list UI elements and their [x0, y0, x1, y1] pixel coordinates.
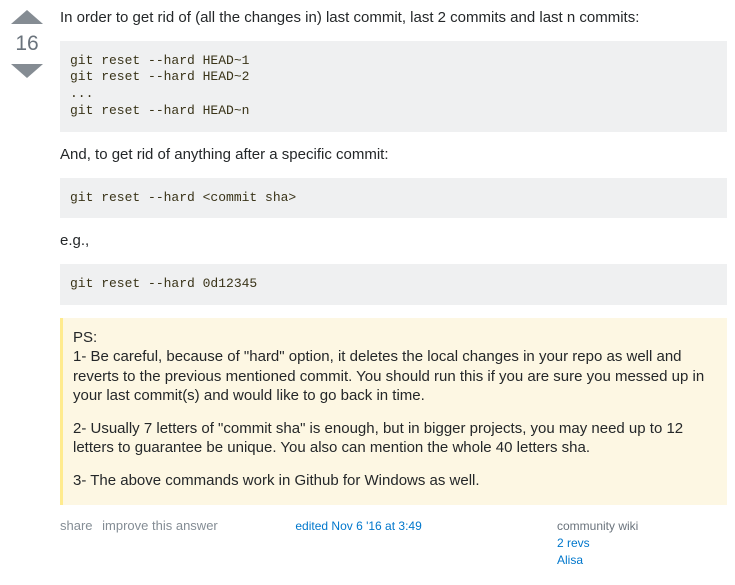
vote-count: 16 — [6, 32, 48, 56]
edited-link[interactable]: edited Nov 6 '16 at 3:49 — [295, 519, 421, 533]
post-text: In order to get rid of (all the changes … — [60, 8, 727, 505]
improve-link[interactable]: improve this answer — [102, 518, 218, 533]
ps-item-1: 1- Be careful, because of "hard" option,… — [73, 348, 704, 404]
intro-paragraph: In order to get rid of (all the changes … — [60, 8, 727, 28]
ps-header: PS: 1- Be careful, because of "hard" opt… — [73, 328, 717, 406]
vote-column: 16 — [6, 8, 48, 569]
menu-links: share improve this answer — [60, 518, 224, 533]
after-specific-paragraph: And, to get rid of anything after a spec… — [60, 145, 727, 165]
upvote-icon[interactable] — [11, 10, 43, 24]
answer-post: 16 In order to get rid of (all the chang… — [0, 0, 735, 585]
revisions-link[interactable]: 2 revs — [557, 535, 727, 552]
eg-paragraph: e.g., — [60, 231, 727, 251]
code-block-example: git reset --hard 0d12345 — [60, 264, 727, 305]
code-block-reset-sha: git reset --hard <commit sha> — [60, 178, 727, 219]
ps-header-text: PS: — [73, 329, 97, 346]
ps-item-3: 3- The above commands work in Github for… — [73, 471, 717, 491]
code-block-reset-n: git reset --hard HEAD~1 git reset --hard… — [60, 41, 727, 133]
user-info: community wiki 2 revs Alisa — [557, 518, 727, 568]
post-menu: share improve this answer edited Nov 6 '… — [60, 518, 727, 568]
ps-item-2: 2- Usually 7 letters of "commit sha" is … — [73, 419, 717, 458]
user-name-link[interactable]: Alisa — [557, 552, 727, 569]
share-link[interactable]: share — [60, 518, 93, 533]
ps-blockquote: PS: 1- Be careful, because of "hard" opt… — [60, 318, 727, 506]
answer-content: In order to get rid of (all the changes … — [48, 8, 727, 569]
edited-info: edited Nov 6 '16 at 3:49 — [295, 518, 485, 533]
community-wiki-label: community wiki — [557, 519, 638, 533]
downvote-icon[interactable] — [11, 64, 43, 78]
